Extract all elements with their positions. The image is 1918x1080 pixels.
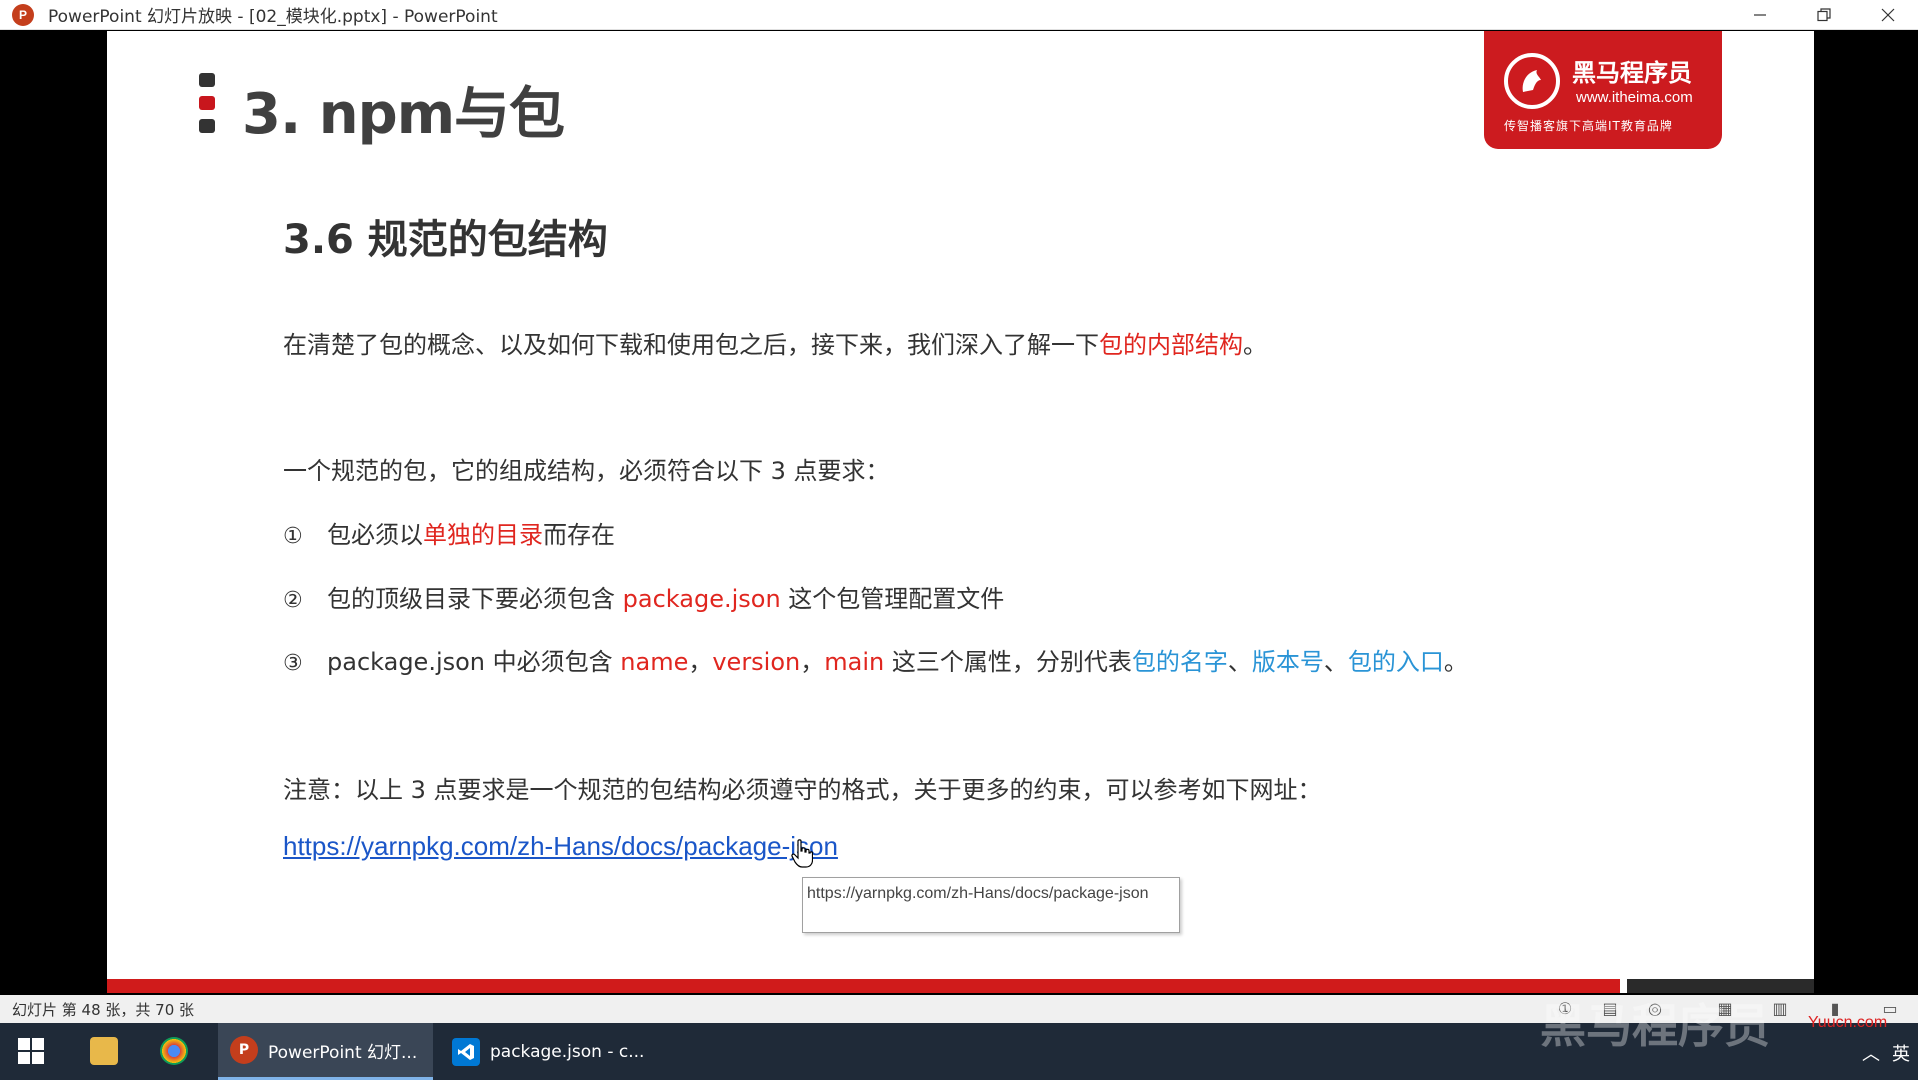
requirement-item: ③ package.json 中必须包含 name，version，main 这三… bbox=[283, 642, 1468, 677]
taskbar-app-vscode[interactable]: package.json - c... bbox=[440, 1023, 655, 1080]
separator: 、 bbox=[1323, 648, 1348, 676]
requirements-intro: 一个规范的包，它的组成结构，必须符合以下 3 点要求： bbox=[283, 457, 890, 485]
property-version: version bbox=[712, 648, 801, 676]
window-titlebar: P PowerPoint 幻灯片放映 - [02_模块化.pptx] - Pow… bbox=[0, 0, 1918, 30]
separator: ， bbox=[688, 648, 713, 676]
item-text: package.json 中必须包含 bbox=[327, 648, 621, 676]
title-decoration bbox=[199, 73, 215, 133]
logo-slogan: 传智播客旗下高端IT教育品牌 bbox=[1504, 119, 1673, 133]
item-text-mid: 这三个属性，分别代表 bbox=[884, 648, 1132, 676]
meaning-version: 版本号 bbox=[1251, 648, 1324, 676]
link-tooltip: https://yarnpkg.com/zh-Hans/docs/package… bbox=[802, 877, 1180, 933]
file-explorer-icon[interactable] bbox=[90, 1037, 118, 1065]
item-number: ③ bbox=[283, 651, 303, 676]
property-main: main bbox=[824, 648, 885, 676]
hand-cursor-icon bbox=[791, 839, 813, 868]
item-number: ② bbox=[283, 588, 303, 613]
slide-footer-bar bbox=[107, 979, 1620, 993]
item-number: ① bbox=[283, 524, 303, 549]
close-button[interactable] bbox=[1856, 0, 1918, 30]
taskbar-app-label: package.json - c... bbox=[490, 1041, 645, 1062]
minimize-button[interactable] bbox=[1728, 0, 1792, 30]
windows-start-icon[interactable] bbox=[18, 1038, 44, 1064]
restore-icon bbox=[1817, 8, 1831, 22]
intro-paragraph: 在清楚了包的概念、以及如何下载和使用包之后，接下来，我们深入了解一下包的内部结构… bbox=[283, 325, 1267, 360]
chrome-icon[interactable] bbox=[160, 1037, 188, 1065]
item-highlight: package.json bbox=[622, 585, 781, 613]
taskbar-app-powerpoint[interactable]: P PowerPoint 幻灯... bbox=[218, 1023, 433, 1080]
item-text: 包的顶级目录下要必须包含 bbox=[327, 585, 623, 613]
ime-indicator[interactable]: 英 bbox=[1892, 1040, 1910, 1066]
requirement-item: ② 包的顶级目录下要必须包含 package.json 这个包管理配置文件 bbox=[283, 579, 1004, 614]
meaning-entry: 包的入口 bbox=[1347, 648, 1444, 676]
tray-chevron-icon[interactable]: ︿ bbox=[1862, 1040, 1880, 1066]
item-text-end: 这个包管理配置文件 bbox=[780, 585, 1005, 613]
slide-canvas: 3. npm与包 黑马程序员 www.itheima.com 传智播客旗下高端I… bbox=[107, 31, 1814, 993]
requirement-item: ① 包必须以单独的目录而存在 bbox=[283, 515, 615, 550]
watermark: 黑马程序员 bbox=[1540, 999, 1770, 1053]
intro-highlight: 包的内部结构 bbox=[1099, 331, 1243, 359]
intro-end: 。 bbox=[1243, 331, 1267, 359]
slide-count: 幻灯片 第 48 张，共 70 张 bbox=[12, 1000, 195, 1019]
itheima-logo: 黑马程序员 www.itheima.com 传智播客旗下高端IT教育品牌 bbox=[1484, 31, 1722, 149]
separator: ， bbox=[800, 648, 825, 676]
yarnpkg-docs-link[interactable]: https://yarnpkg.com/zh-Hans/docs/package… bbox=[283, 831, 838, 862]
minimize-icon bbox=[1754, 14, 1766, 16]
intro-text: 在清楚了包的概念、以及如何下载和使用包之后，接下来，我们深入了解一下 bbox=[283, 331, 1099, 359]
item-text: 包必须以 bbox=[327, 521, 423, 549]
slide-title: 3. npm与包 bbox=[242, 82, 565, 147]
note-paragraph: 注意：以上 3 点要求是一个规范的包结构必须遵守的格式，关于更多的约束，可以参考… bbox=[283, 776, 1322, 804]
vscode-icon bbox=[452, 1037, 480, 1066]
meaning-name: 包的名字 bbox=[1131, 648, 1228, 676]
window-title: PowerPoint 幻灯片放映 - [02_模块化.pptx] - Power… bbox=[48, 7, 498, 27]
taskbar-app-label: PowerPoint 幻灯... bbox=[268, 1042, 418, 1063]
powerpoint-icon: P bbox=[230, 1036, 258, 1064]
powerpoint-icon: P bbox=[12, 3, 34, 26]
horse-logo-icon bbox=[1504, 53, 1560, 109]
grid-view-icon[interactable]: ▥ bbox=[1770, 999, 1790, 1019]
property-name: name bbox=[620, 648, 689, 676]
logo-brand: 黑马程序员 bbox=[1572, 59, 1692, 87]
separator: 、 bbox=[1227, 648, 1252, 676]
restore-button[interactable] bbox=[1792, 0, 1856, 30]
item-text-end: 。 bbox=[1443, 648, 1468, 676]
logo-site: www.itheima.com bbox=[1576, 89, 1693, 106]
close-icon bbox=[1881, 8, 1895, 22]
item-text-end: 而存在 bbox=[543, 521, 615, 549]
item-highlight: 单独的目录 bbox=[423, 521, 543, 549]
section-title: 3.6 规范的包结构 bbox=[283, 217, 608, 263]
site-watermark: Yuucn.com bbox=[1808, 1014, 1888, 1031]
